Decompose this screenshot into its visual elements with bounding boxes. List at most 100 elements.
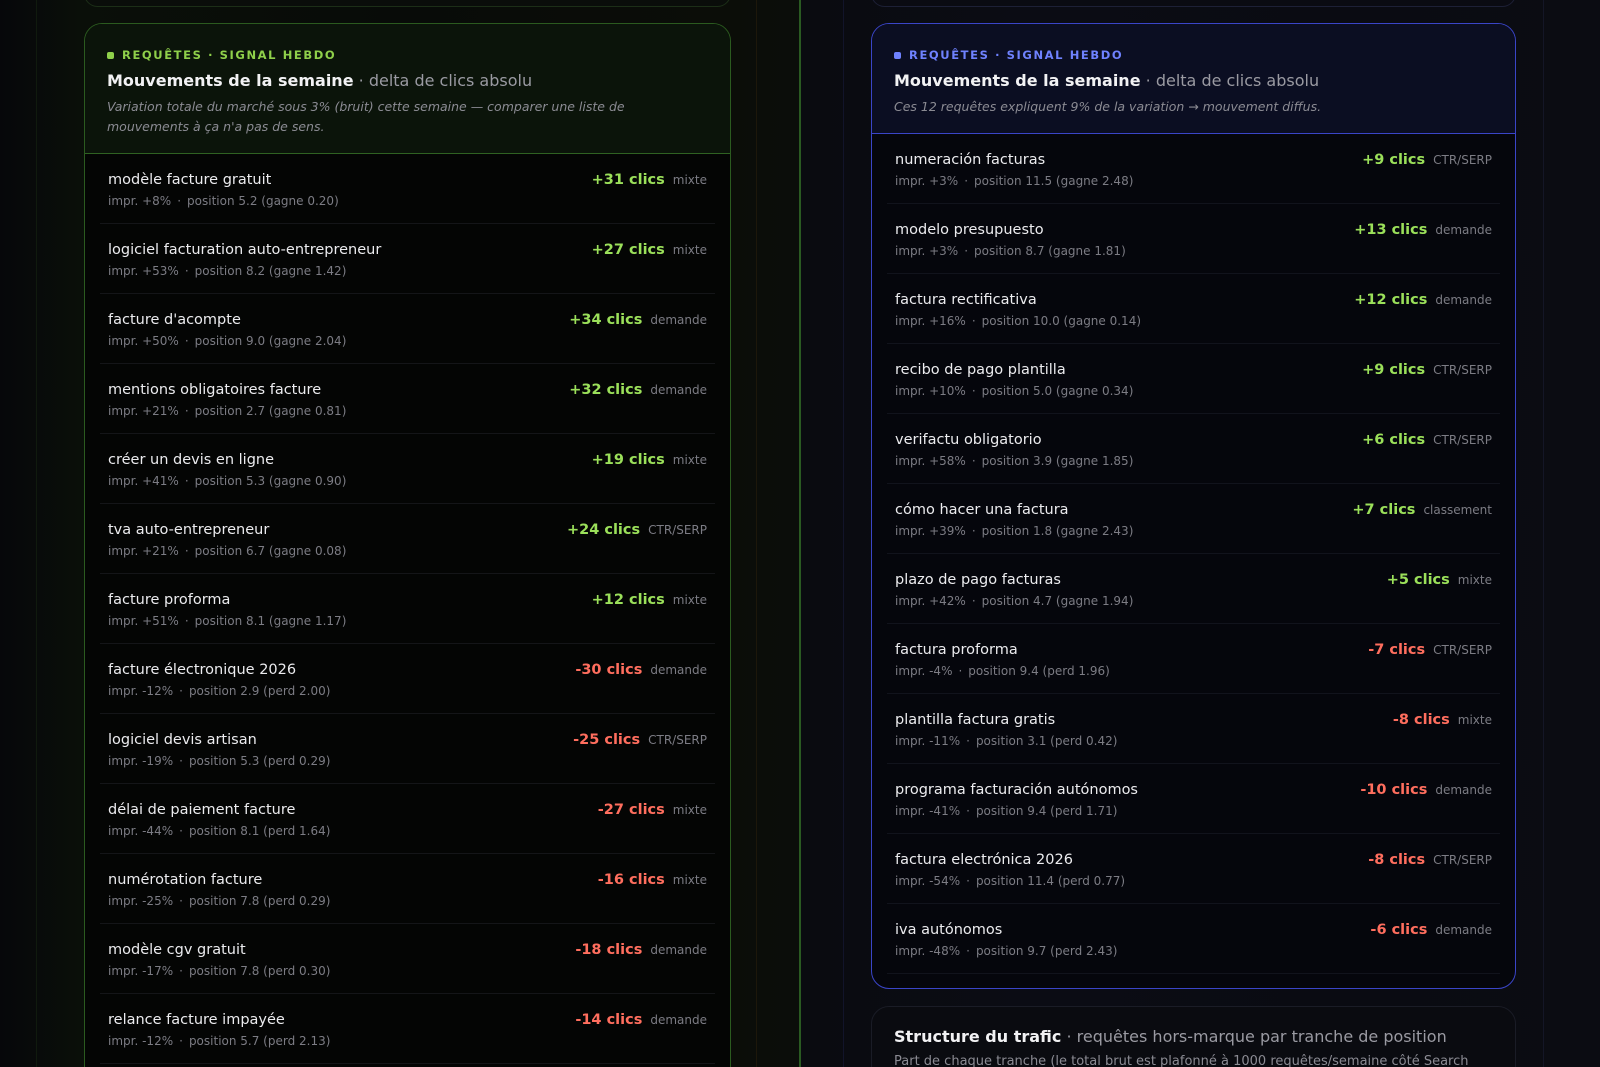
- meta-bullet: ·: [971, 524, 976, 538]
- query-row[interactable]: créer un devis en ligne impr. +41% · positi…: [100, 434, 715, 504]
- impressions-change: impr. +50%: [108, 334, 179, 348]
- query-row[interactable]: factura proforma impr. -4% · position 9.4 (…: [887, 624, 1500, 694]
- impressions-change: impr. +10%: [895, 384, 966, 398]
- delta-group: +19 clics mixte: [592, 452, 707, 468]
- query-meta: impr. -25% · position 7.8 (perd 0.29): [108, 894, 707, 908]
- query-row[interactable]: modèle facture gratuit impr. +8% · position…: [100, 154, 715, 224]
- query-row[interactable]: mentions obligatoires facture impr. +21% ·…: [100, 364, 715, 434]
- clicks-delta: +7 clics: [1352, 502, 1416, 518]
- meta-bullet: ·: [184, 474, 189, 488]
- card-title: Structure du trafic · requêtes hors-marq…: [894, 1027, 1493, 1046]
- cause-tag: CTR/SERP: [648, 523, 707, 537]
- meta-bullet: ·: [179, 684, 183, 698]
- clicks-delta: +9 clics: [1362, 362, 1426, 378]
- impressions-change: impr. -11%: [895, 734, 961, 748]
- previous-card-left: [84, 0, 731, 7]
- guide-line: [36, 0, 37, 1067]
- position-change: position 3.1 (perd 0.42): [975, 734, 1118, 748]
- query-meta: impr. +58% · position 3.9 (gagne 1.85): [895, 454, 1492, 468]
- query-row[interactable]: relance facture impayée impr. -12% · positi…: [100, 994, 715, 1064]
- query-row[interactable]: plantilla factura gratis impr. -11% · posit…: [887, 694, 1500, 764]
- clicks-delta: -27 clics: [597, 802, 665, 818]
- query-row[interactable]: factura rectificativa impr. +16% · position…: [887, 274, 1500, 344]
- panel-eyebrow: REQUÊTES · SIGNAL HEBDO: [894, 48, 1493, 62]
- delta-group: +12 clics mixte: [592, 592, 707, 608]
- query-row[interactable]: modelo presupuesto impr. +3% · position 8.7…: [887, 204, 1500, 274]
- query-meta: impr. +42% · position 4.7 (gagne 1.94): [895, 594, 1492, 608]
- query-row[interactable]: facture proforma impr. +51% · position 8.1 …: [100, 574, 715, 644]
- query-row[interactable]: cómo hacer una factura impr. +39% · positio…: [887, 484, 1500, 554]
- panel-title-main: Mouvements de la semaine: [107, 71, 354, 90]
- clicks-delta: +31 clics: [591, 172, 665, 188]
- clicks-delta: -18 clics: [575, 942, 643, 958]
- delta-group: +9 clics CTR/SERP: [1362, 362, 1492, 378]
- query-row[interactable]: facture électronique 2026 impr. -12% · posi…: [100, 644, 715, 714]
- clicks-delta: -25 clics: [573, 732, 641, 748]
- dashboard-stage: REQUÊTES · SIGNAL HEBDO Mouvements de la…: [0, 0, 1600, 1067]
- query-row[interactable]: programa facturación autónomos impr. -41%…: [887, 764, 1500, 834]
- query-meta: impr. -12% · position 5.7 (perd 2.13): [108, 1034, 707, 1048]
- query-row[interactable]: facture d'acompte impr. +50% · position 9.0…: [100, 294, 715, 364]
- meta-bullet: ·: [966, 804, 970, 818]
- title-separator: ·: [1066, 1027, 1072, 1046]
- impressions-change: impr. -4%: [895, 664, 953, 678]
- guide-line: [843, 0, 844, 1067]
- cause-tag: mixte: [672, 873, 707, 887]
- query-row[interactable]: recibo de pago plantilla impr. +10% · posit…: [887, 344, 1500, 414]
- meta-bullet: ·: [971, 454, 976, 468]
- delta-group: -7 clics CTR/SERP: [1368, 642, 1492, 658]
- query-meta: impr. +10% · position 5.0 (gagne 0.34): [895, 384, 1492, 398]
- panel-header: REQUÊTES · SIGNAL HEBDO Mouvements de la…: [872, 24, 1515, 134]
- query-row[interactable]: modèle cgv gratuit impr. -17% · position 7.…: [100, 924, 715, 994]
- cause-tag: mixte: [672, 803, 707, 817]
- query-row[interactable]: logiciel devis artisan impr. -19% · positio…: [100, 714, 715, 784]
- query-row[interactable]: plazo de pago facturas impr. +42% · positio…: [887, 554, 1500, 624]
- query-row[interactable]: numeración facturas impr. +3% · position 11…: [887, 134, 1500, 204]
- cause-tag: mixte: [672, 593, 707, 607]
- query-row[interactable]: numérotation facture impr. -25% · position …: [100, 854, 715, 924]
- clicks-delta: +27 clics: [591, 242, 665, 258]
- query-meta: impr. +41% · position 5.3 (gagne 0.90): [108, 474, 707, 488]
- meta-bullet: ·: [958, 664, 963, 678]
- position-change: position 5.0 (gagne 0.34): [981, 384, 1134, 398]
- clicks-delta: +5 clics: [1386, 572, 1450, 588]
- query-row[interactable]: logiciel facturation auto-entrepreneur im…: [100, 224, 715, 294]
- delta-group: +5 clics mixte: [1387, 572, 1492, 588]
- query-row[interactable]: tva auto-entrepreneur impr. +21% · position…: [100, 504, 715, 574]
- query-row[interactable]: verifactu obligatorio impr. +58% · position…: [887, 414, 1500, 484]
- clicks-delta: -8 clics: [1368, 852, 1426, 868]
- impressions-change: impr. +3%: [895, 244, 959, 258]
- movement-list: numeración facturas impr. +3% · position 11…: [872, 134, 1515, 974]
- position-change: position 11.5 (gagne 2.48): [974, 174, 1134, 188]
- eyebrow-label: REQUÊTES · SIGNAL HEBDO: [122, 48, 337, 62]
- cause-tag: mixte: [672, 453, 707, 467]
- guide-line: [1543, 0, 1544, 1067]
- query-row[interactable]: délai de paiement facture impr. -44% · posi…: [100, 784, 715, 854]
- meta-bullet: ·: [971, 314, 976, 328]
- query-meta: impr. +50% · position 9.0 (gagne 2.04): [108, 334, 707, 348]
- title-separator: ·: [1145, 71, 1151, 90]
- column-divider: [799, 0, 801, 1067]
- clicks-delta: -14 clics: [575, 1012, 643, 1028]
- impressions-change: impr. -17%: [108, 964, 174, 978]
- cause-tag: demande: [1435, 293, 1492, 307]
- weekly-movements-panel-left: REQUÊTES · SIGNAL HEBDO Mouvements de la…: [84, 23, 731, 1067]
- panel-eyebrow: REQUÊTES · SIGNAL HEBDO: [107, 48, 708, 62]
- query-row[interactable]: factura electrónica 2026 impr. -54% · posit…: [887, 834, 1500, 904]
- impressions-change: impr. -44%: [108, 824, 174, 838]
- query-meta: impr. +8% · position 5.2 (gagne 0.20): [108, 194, 707, 208]
- clicks-delta: +13 clics: [1354, 222, 1428, 238]
- query-row[interactable]: iva autónomos impr. -48% · position 9.7 (pe…: [887, 904, 1500, 974]
- panel-title-sub: delta de clics absolu: [1155, 71, 1320, 90]
- panel-title: Mouvements de la semaine · delta de clic…: [107, 71, 708, 90]
- cause-tag: CTR/SERP: [1433, 433, 1492, 447]
- impressions-change: impr. +53%: [108, 264, 179, 278]
- position-change: position 7.8 (perd 0.30): [188, 964, 331, 978]
- meta-bullet: ·: [179, 1034, 183, 1048]
- card-note: Part de chaque tranche (le total brut es…: [894, 1054, 1469, 1067]
- meta-bullet: ·: [179, 824, 183, 838]
- position-change: position 8.2 (gagne 1.42): [194, 264, 347, 278]
- meta-bullet: ·: [964, 174, 969, 188]
- meta-bullet: ·: [184, 614, 189, 628]
- meta-bullet: ·: [184, 264, 189, 278]
